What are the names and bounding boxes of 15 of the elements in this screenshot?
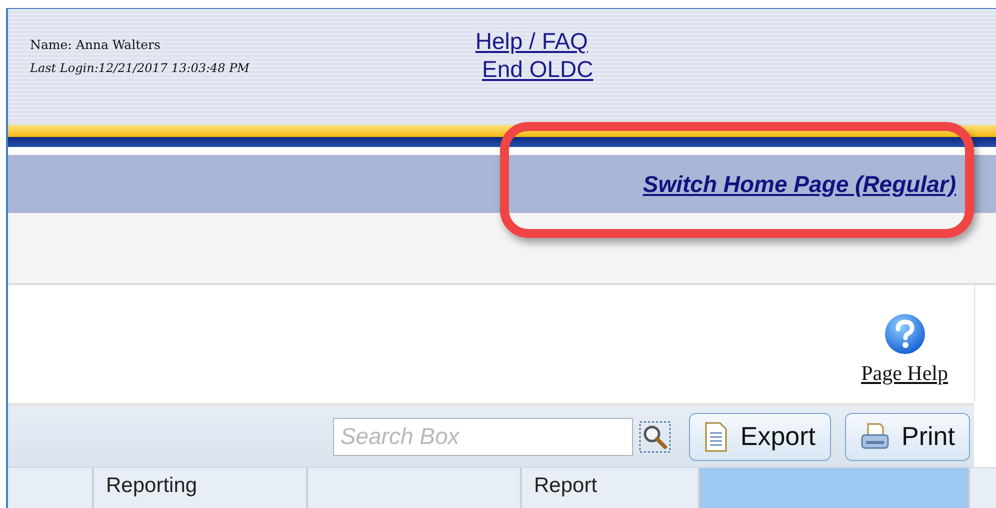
page-help-link[interactable]: Page Help: [861, 313, 948, 386]
help-icon: [882, 313, 927, 357]
header-link[interactable]: End OLDC: [482, 55, 594, 83]
column-header[interactable]: Reporting: [94, 468, 308, 508]
last-login: Last Login:12/21/2017 13:03:48 PM: [30, 61, 250, 75]
column-header[interactable]: [700, 468, 970, 508]
export-button[interactable]: Export: [689, 412, 831, 460]
document-icon: [704, 422, 728, 452]
search-field[interactable]: Search Box: [333, 418, 634, 456]
switch-home-link[interactable]: Switch Home Page (Regular): [642, 170, 956, 198]
header-link[interactable]: Help / FAQ: [475, 27, 588, 55]
user-name: Name: Anna Walters: [30, 37, 160, 52]
print-button[interactable]: Print: [844, 412, 970, 460]
printer-icon: [860, 422, 890, 450]
search-icon[interactable]: [639, 420, 672, 452]
